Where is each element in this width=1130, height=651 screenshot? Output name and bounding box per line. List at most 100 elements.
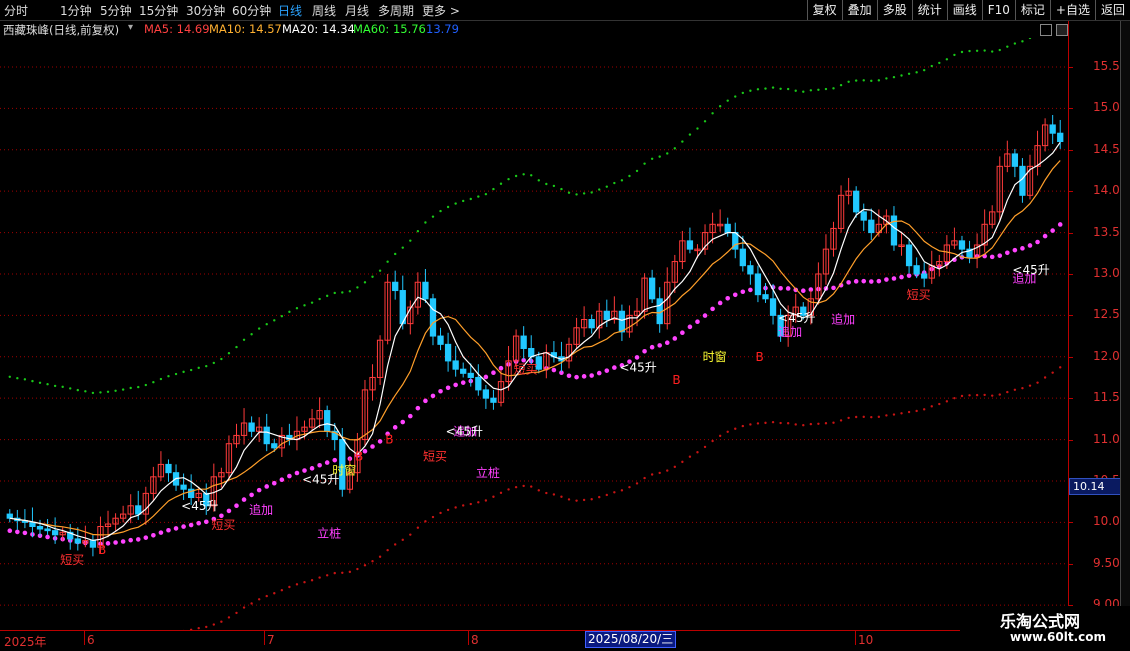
candle-body: [891, 216, 896, 245]
upper-band-dot: [137, 386, 139, 388]
upper-band-dot: [1021, 40, 1023, 42]
maximize-icon[interactable]: [1056, 24, 1068, 36]
signal-label: <45升: [1012, 263, 1049, 277]
lower-band-dot: [923, 408, 925, 410]
lower-band-dot: [863, 416, 865, 418]
tf-60min[interactable]: 60分钟: [232, 2, 271, 19]
signal-label: 短买: [60, 553, 84, 567]
tf-fenshi[interactable]: 分时: [4, 2, 28, 19]
candle-body: [906, 245, 911, 266]
fuquan-button[interactable]: 复权: [807, 0, 842, 20]
tool-buttons: 复权 叠加 多股 统计 画线 F10 标记 +自选 返回: [807, 0, 1130, 20]
upper-band-dot: [364, 281, 366, 283]
support-dot: [748, 288, 753, 293]
support-dot: [174, 526, 179, 531]
lower-band-dot: [613, 491, 615, 493]
tf-5min[interactable]: 5分钟: [100, 2, 132, 19]
lower-band-dot: [439, 512, 441, 514]
lower-band-dot: [356, 568, 358, 570]
support-dot: [831, 286, 836, 291]
overlay-button[interactable]: 叠加: [842, 0, 877, 20]
multi-stock-button[interactable]: 多股: [877, 0, 912, 20]
y-tick-mark: [1069, 233, 1073, 234]
candle-body: [770, 299, 775, 316]
support-dot: [597, 371, 602, 376]
signal-label: 追加: [831, 312, 855, 327]
candle-body: [687, 241, 692, 249]
support-dot: [589, 373, 594, 378]
upper-band-dot: [273, 319, 275, 321]
upper-band-dot: [968, 50, 970, 52]
right-scroll-strip[interactable]: [1120, 21, 1130, 631]
tf-more[interactable]: 更多 >: [422, 2, 460, 19]
lower-band-dot: [727, 431, 729, 433]
upper-band-dot: [915, 71, 917, 73]
upper-band-dot: [772, 86, 774, 88]
support-dot: [400, 420, 405, 425]
support-dot: [461, 380, 466, 385]
upper-band-dot: [938, 62, 940, 64]
lower-band-dot: [1021, 387, 1023, 389]
upper-band-dot: [24, 378, 26, 380]
candle-body: [861, 212, 866, 220]
watermark-logo: 乐淘公式网 www.60lt.com: [960, 606, 1130, 650]
upper-band-dot: [802, 91, 804, 93]
lower-band-dot: [1014, 389, 1016, 391]
support-dot: [1028, 243, 1033, 248]
signal-label: 时窗: [703, 350, 727, 364]
tf-multi[interactable]: 多周期: [378, 2, 414, 19]
support-dot: [665, 340, 670, 345]
support-dot: [567, 373, 572, 378]
support-dot: [408, 414, 413, 419]
lower-band-dot: [855, 416, 857, 418]
restore-icon[interactable]: [1040, 24, 1052, 36]
upper-band-dot: [409, 239, 411, 241]
lower-band-dot: [500, 492, 502, 494]
support-dot: [121, 539, 126, 544]
add-watchlist-button[interactable]: +自选: [1050, 0, 1095, 20]
candle-body: [1050, 125, 1055, 133]
mark-button[interactable]: 标记: [1015, 0, 1050, 20]
draw-button[interactable]: 画线: [947, 0, 982, 20]
upper-band-dot: [840, 84, 842, 86]
y-tick-label: 9.50: [1093, 556, 1120, 570]
support-dot: [499, 366, 504, 371]
candle-body: [468, 373, 473, 377]
upper-band-dot: [1014, 42, 1016, 44]
chevron-down-icon[interactable]: ▾: [128, 22, 133, 33]
f10-button[interactable]: F10: [982, 0, 1015, 20]
candle-body: [249, 423, 254, 431]
upper-band-dot: [152, 381, 154, 383]
tf-15min[interactable]: 15分钟: [139, 2, 178, 19]
upper-band-dot: [190, 369, 192, 371]
tf-30min[interactable]: 30分钟: [186, 2, 225, 19]
lower-band-dot: [817, 423, 819, 425]
lower-band-dot: [213, 623, 215, 625]
upper-band-dot: [69, 387, 71, 389]
y-tick-mark: [1069, 357, 1073, 358]
tf-1min[interactable]: 1分钟: [60, 2, 92, 19]
stats-button[interactable]: 统计: [912, 0, 947, 20]
upper-band-dot: [999, 49, 1001, 51]
lower-band-dot: [946, 400, 948, 402]
support-dot: [438, 389, 443, 394]
upper-band-dot: [583, 192, 585, 194]
support-dot: [196, 521, 201, 526]
upper-band-dot: [575, 193, 577, 195]
back-button[interactable]: 返回: [1095, 0, 1130, 20]
tf-monthly[interactable]: 月线: [345, 2, 369, 19]
lower-band-dot: [1059, 366, 1061, 368]
support-dot: [778, 286, 783, 291]
candle-body: [430, 299, 435, 336]
upper-band-dot: [923, 69, 925, 71]
upper-band-dot: [470, 198, 472, 200]
kline-chart[interactable]: 短买B短买追加<45升<45升立桩时窗BB短买追加<45升立桩短买<45升B时窗…: [0, 38, 1068, 630]
candle-body: [589, 320, 594, 328]
upper-band-dot: [424, 221, 426, 223]
tf-weekly[interactable]: 周线: [312, 2, 336, 19]
support-dot: [423, 399, 428, 404]
tf-daily[interactable]: 日线: [278, 2, 302, 19]
signal-label: 立桩: [317, 525, 341, 540]
upper-band-dot: [787, 88, 789, 90]
support-dot: [370, 444, 375, 449]
